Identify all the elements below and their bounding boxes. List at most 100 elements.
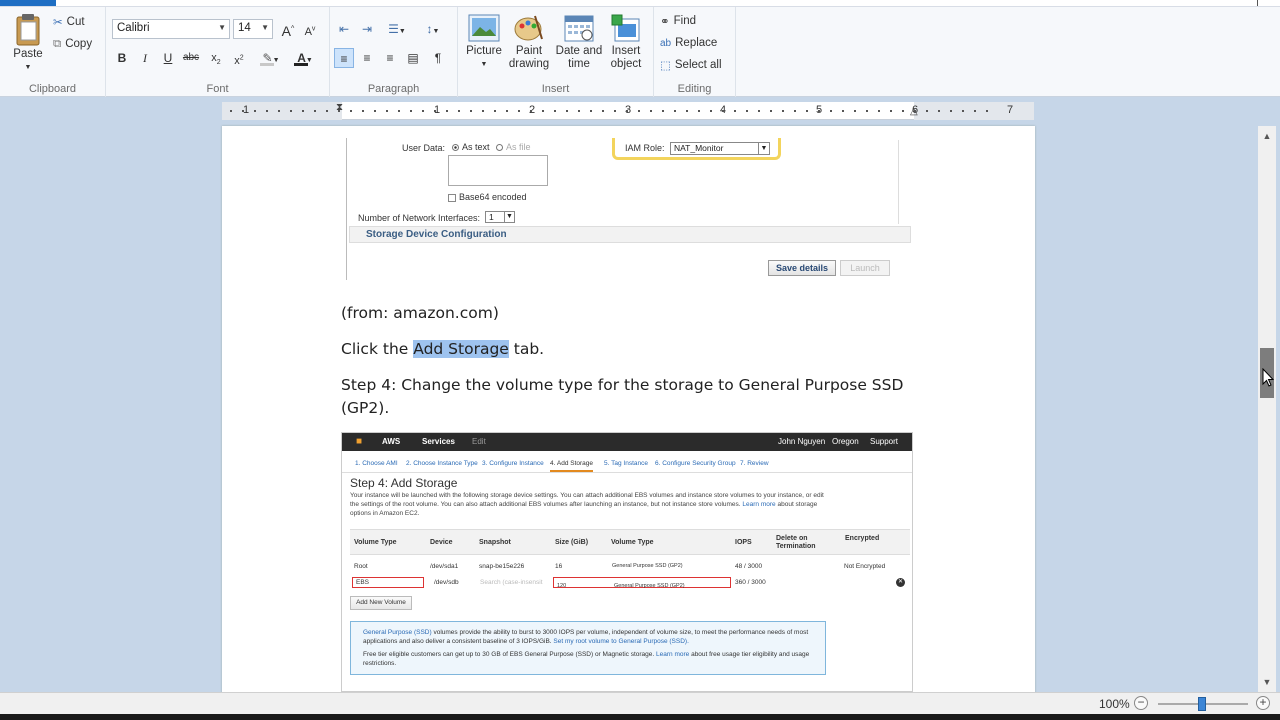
picture-button[interactable]: Picture ▼ — [464, 13, 504, 71]
copy-icon: ⧉ — [53, 37, 62, 50]
ruler-tick — [470, 110, 472, 112]
align-right-button[interactable]: ≡ — [380, 48, 400, 68]
grow-font-icon: A^ — [281, 22, 295, 39]
ruler-margin-left — [222, 102, 342, 120]
table-row: EBS /dev/sdb Search (case-insensit 120 Ge… — [350, 575, 910, 591]
vertical-scrollbar[interactable]: ▲ ▼ — [1258, 126, 1276, 692]
ruler-tick — [710, 110, 712, 112]
aws-desc-link: Learn more — [742, 501, 776, 508]
clipboard-icon — [16, 14, 40, 46]
font-family-value: Calibri — [117, 22, 150, 34]
cell: snap-be15e226 — [479, 563, 525, 570]
strikethrough-button[interactable]: abc — [181, 48, 201, 68]
ruler-tick — [278, 110, 280, 112]
binoculars-icon: ⚭ — [660, 16, 670, 28]
instruction-line: Click the Add Storage tab. — [341, 340, 544, 358]
wizard-step: 6. Configure Security Group — [655, 460, 736, 467]
subscript-button[interactable]: x2 — [206, 48, 226, 68]
editing-group: ⚭ Find ab Replace ⬚ Select all Editing — [654, 7, 736, 97]
font-group-label: Font — [206, 83, 229, 95]
divider — [346, 138, 347, 280]
align-left-button[interactable]: ≡ — [334, 48, 354, 68]
bold-button[interactable]: B — [112, 48, 132, 68]
replace-button[interactable]: ab Replace — [660, 34, 717, 52]
ruler-tick — [698, 110, 700, 112]
font-family-select[interactable]: Calibri ▼ — [112, 19, 230, 39]
cut-label: Cut — [66, 16, 85, 28]
ruler-tick — [806, 110, 808, 112]
font-color-button[interactable]: A▼ — [290, 48, 320, 68]
cut-button[interactable]: ✂ Cut — [53, 13, 85, 31]
size-value: 120 — [557, 583, 567, 589]
align-center-button[interactable]: ≡ — [357, 48, 377, 68]
inner-scrollbar — [898, 140, 909, 224]
increase-indent-button[interactable]: ⇥ — [357, 19, 377, 39]
highlight-color-button[interactable]: ✎▼ — [256, 48, 286, 68]
col-header: Snapshot — [479, 539, 511, 546]
embedded-screenshot-add-storage[interactable]: ■ AWS Services Edit John Nguyen Oregon S… — [341, 432, 913, 692]
replace-icon: ab — [660, 37, 672, 49]
edit-label: Edit — [472, 437, 486, 446]
superscript-button[interactable]: x2 — [229, 48, 249, 68]
picture-dropdown-icon[interactable]: ▼ — [464, 58, 504, 71]
font-size-select[interactable]: 14 ▼ — [233, 19, 273, 39]
cell: Not Encrypted — [844, 563, 886, 570]
ruler-tick — [890, 110, 892, 112]
zoom-in-icon[interactable]: + — [1256, 696, 1270, 710]
wizard-step-current: 4. Add Storage — [550, 460, 594, 472]
paste-dropdown-icon[interactable]: ▼ — [8, 61, 48, 74]
ruler-tick — [914, 110, 916, 112]
object-label-2: object — [610, 58, 642, 70]
paint-drawing-button[interactable]: Paint drawing — [506, 13, 552, 71]
wizard-step: 2. Choose Instance Type — [406, 460, 478, 467]
italic-button[interactable]: I — [135, 48, 155, 68]
scroll-down-icon[interactable]: ▼ — [1258, 674, 1276, 690]
select-all-button[interactable]: ⬚ Select all — [660, 56, 722, 74]
launch-label: Launch — [850, 263, 880, 273]
decrease-indent-button[interactable]: ⇤ — [334, 19, 354, 39]
scroll-up-icon[interactable]: ▲ — [1258, 128, 1276, 144]
network-interfaces-select: 1 ▼ — [485, 211, 515, 223]
ruler[interactable]: 1 ⧗ 1 2 3 4 5 △ 6 7 — [222, 102, 1034, 120]
ruler-tick — [530, 110, 532, 112]
justify-button[interactable]: ▤ — [403, 48, 423, 68]
instruction-prefix: Click the — [341, 340, 414, 358]
ruler-tick — [242, 110, 244, 112]
shrink-font-button[interactable]: Av — [300, 19, 320, 39]
file-tab[interactable] — [0, 0, 56, 6]
ruler-tick — [422, 110, 424, 112]
ruler-tick — [662, 110, 664, 112]
zoom-out-icon[interactable]: − — [1134, 696, 1148, 710]
subscript-icon: x2 — [211, 52, 221, 67]
add-volume-label: Add New Volume — [356, 599, 406, 606]
clipboard-group: Paste ▼ ✂ Cut ⧉ Copy Clipboard — [0, 7, 106, 97]
underline-button[interactable]: U — [158, 48, 178, 68]
paragraph-settings-button[interactable]: ¶ — [428, 48, 448, 68]
embedded-screenshot-launch-config[interactable]: User Data: As text As file Base64 encode… — [346, 138, 912, 286]
copy-button[interactable]: ⧉ Copy — [53, 35, 92, 53]
paragraph-icon: ¶ — [434, 51, 442, 65]
ruler-tick — [974, 110, 976, 112]
grow-font-button[interactable]: A^ — [278, 19, 298, 39]
ruler-tick — [326, 110, 328, 112]
iam-role-value: NAT_Monitor — [674, 143, 724, 153]
line-spacing-button[interactable]: ↕▼ — [418, 19, 448, 39]
ruler-tick — [686, 110, 688, 112]
ruler-tick — [302, 110, 304, 112]
date-time-button[interactable]: Date and time — [554, 13, 604, 71]
paste-button[interactable]: Paste ▼ — [8, 12, 48, 74]
decrease-indent-icon: ⇤ — [338, 22, 350, 36]
zoom-slider-thumb[interactable] — [1198, 697, 1206, 711]
align-right-icon: ≡ — [386, 51, 394, 65]
bullets-button[interactable]: ☰▼ — [382, 19, 412, 39]
selected-text[interactable]: Add Storage — [413, 340, 509, 358]
ruler-tick — [674, 110, 676, 112]
ruler-tick — [950, 110, 952, 112]
window-control[interactable] — [1257, 0, 1258, 6]
find-button[interactable]: ⚭ Find — [660, 12, 696, 30]
insert-object-button[interactable]: Insert object — [604, 13, 648, 71]
bullet-list-icon: ☰ — [388, 22, 399, 36]
add-new-volume-button-image: Add New Volume — [350, 596, 412, 610]
info-text: Free tier eligible customers can get up … — [363, 651, 655, 658]
instruction-suffix: tab. — [508, 340, 545, 358]
